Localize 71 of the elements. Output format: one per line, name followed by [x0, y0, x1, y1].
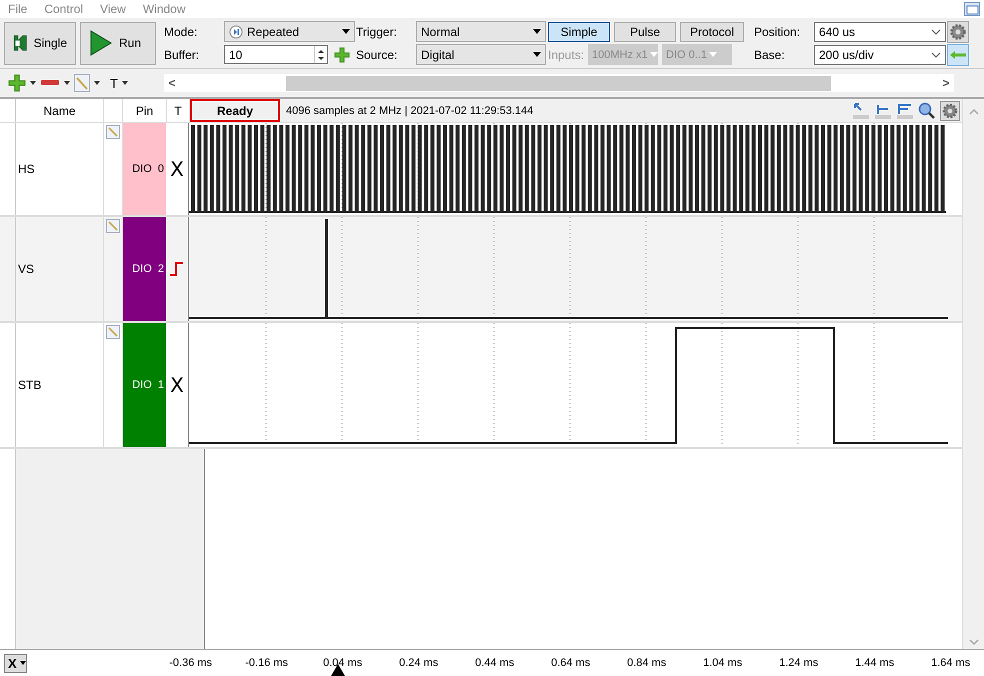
chevron-down-icon[interactable]: [931, 28, 941, 34]
inputs-label: Inputs:: [548, 48, 584, 62]
axis-tick-label: 0.24 ms: [398, 657, 440, 669]
base-field[interactable]: 200 us/div: [814, 44, 946, 64]
add-channel-icon[interactable]: [8, 74, 26, 92]
text-tool[interactable]: T: [110, 76, 118, 90]
axis-tick-label: 0.84 ms: [626, 657, 668, 669]
column-header: Pin: [123, 99, 167, 122]
settings-icon[interactable]: [940, 100, 960, 120]
caret-icon[interactable]: [29, 80, 37, 86]
remove-channel-icon[interactable]: [40, 79, 60, 87]
axis-tick-label: 0.44 ms: [474, 657, 516, 669]
position-field[interactable]: 640 us: [814, 22, 946, 42]
menu-item[interactable]: File: [8, 2, 28, 16]
trigger-symbol[interactable]: X: [170, 157, 184, 181]
trigger-type-tab[interactable]: Simple: [548, 22, 610, 42]
spinner-arrows-icon[interactable]: [316, 48, 326, 62]
position-label: Position:: [754, 24, 802, 38]
zoom-icon[interactable]: [918, 102, 936, 120]
buffer-field[interactable]: 10: [224, 45, 328, 64]
windows-icon[interactable]: [964, 2, 980, 16]
axis-tick-label: 0.64 ms: [550, 657, 592, 669]
menu-item[interactable]: Window: [142, 2, 186, 16]
source-label: Source:: [356, 48, 398, 62]
trigger-symbol[interactable]: X: [170, 373, 184, 397]
trigger-dropdown[interactable]: Normal: [416, 21, 546, 42]
pin-cell[interactable]: DIO 1: [123, 323, 166, 447]
axis-tick-label: 1.04 ms: [702, 657, 744, 669]
rising-edge-icon[interactable]: [169, 261, 185, 277]
channel-name[interactable]: STB: [16, 323, 104, 447]
cursor-ruler-icon[interactable]: [852, 102, 870, 120]
base-label: Base:: [754, 48, 786, 62]
trigger-label: Trigger:: [356, 24, 398, 38]
channel-name[interactable]: HS: [16, 123, 104, 215]
run-button[interactable]: Run: [80, 22, 156, 64]
axis-tick-label: 0.04 ms: [322, 657, 364, 669]
menu-item[interactable]: Control: [44, 2, 84, 16]
caret-icon[interactable]: [63, 80, 71, 86]
plus-icon[interactable]: [334, 46, 350, 62]
axis-tick-label: 1.64 ms: [930, 657, 972, 669]
menu-item[interactable]: View: [100, 2, 126, 16]
ruler-icon[interactable]: [896, 102, 914, 120]
play-icon: [89, 30, 113, 56]
scroll-right-arrow[interactable]: >: [938, 76, 954, 90]
column-header: T: [167, 99, 190, 122]
arrow-left-icon[interactable]: [947, 44, 969, 66]
scrollbar-thumb[interactable]: [286, 76, 831, 91]
trigger-type-tab[interactable]: Pulse: [614, 22, 676, 42]
axis-selector[interactable]: X: [4, 654, 27, 672]
axis-tick-label: 1.44 ms: [854, 657, 896, 669]
source-dropdown[interactable]: Digital: [416, 44, 546, 65]
caret-icon[interactable]: [120, 80, 129, 86]
mode-label: Mode:: [164, 24, 198, 38]
capture-info: 4096 samples at 2 MHz | 2021-07-02 11:29:53.144: [286, 104, 534, 116]
axis-tick-label: 1.24 ms: [778, 657, 820, 669]
caret-icon[interactable]: [93, 80, 101, 86]
status-label: Ready: [190, 99, 280, 122]
chevron-down-icon[interactable]: [931, 52, 941, 58]
channel-name[interactable]: VS: [16, 217, 104, 321]
mode-dropdown[interactable]: Repeated: [224, 21, 355, 42]
pin-cell[interactable]: DIO 0: [123, 123, 166, 215]
axis-tick-label: -0.16 ms: [244, 657, 290, 669]
settings-icon[interactable]: [947, 20, 969, 42]
repeat-icon: [229, 24, 243, 38]
buffer-label: Buffer:: [164, 48, 200, 62]
pin-cell[interactable]: DIO 2: [123, 217, 166, 321]
trigger-type-tab[interactable]: Protocol: [680, 22, 744, 42]
axis-tick-label: -0.36 ms: [168, 657, 214, 669]
single-button[interactable]: Single: [4, 22, 76, 64]
scroll-left-arrow[interactable]: <: [164, 76, 180, 90]
column-header: Name: [16, 99, 104, 122]
